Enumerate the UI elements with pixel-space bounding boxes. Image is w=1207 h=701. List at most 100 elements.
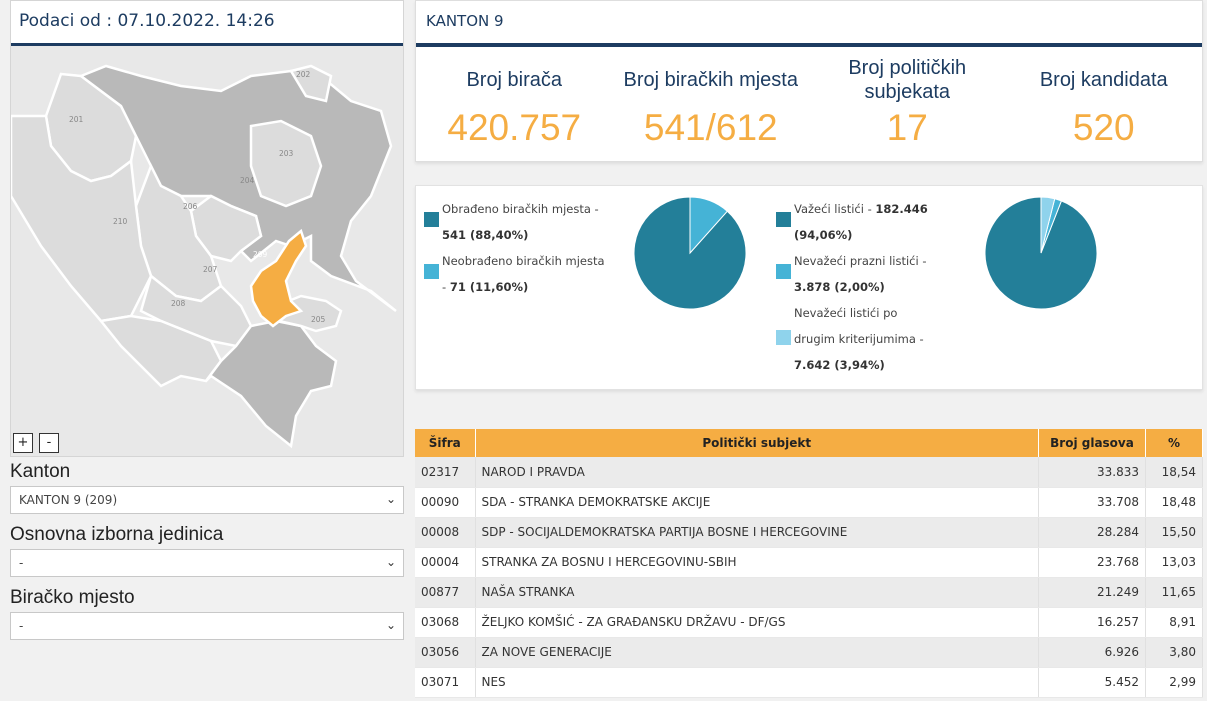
cell-votes: 23.768: [1038, 547, 1146, 578]
cell-votes: 6.926: [1038, 637, 1146, 668]
map-label-207: 207: [203, 265, 218, 274]
oij-label: Osnovna izborna jedinica: [10, 524, 224, 545]
ballot-pie-chart: [984, 196, 1098, 310]
legend-item-invalid-empty: Nevažeći prazni listići - 3.878 (2,00%): [776, 248, 941, 300]
cell-code: 00004: [415, 547, 476, 578]
table-row[interactable]: 00877 NAŠA STRANKA 21.249 11,65: [415, 577, 1203, 608]
cell-percent: 11,65: [1145, 577, 1203, 608]
cell-subject: NES: [475, 667, 1039, 698]
cell-percent: 18,48: [1145, 487, 1203, 518]
cell-subject: ŽELJKO KOMŠIĆ - ZA GRAĐANSKU DRŽAVU - DF…: [475, 607, 1039, 638]
cell-code: 00877: [415, 577, 476, 608]
legend-swatch: [776, 212, 791, 227]
table-row[interactable]: 03056 ZA NOVE GENERACIJE 6.926 3,80: [415, 637, 1203, 668]
cell-votes: 5.452: [1038, 667, 1146, 698]
chevron-down-icon: ⌄: [385, 492, 396, 506]
stat-voters: Broj birača 420.757: [416, 47, 613, 159]
cell-votes: 33.833: [1038, 457, 1146, 488]
cell-subject: SDA - STRANKA DEMOKRATSKE AKCIJE: [475, 487, 1039, 518]
table-body: 02317 NAROD I PRAVDA 33.833 18,54 00090 SDA -…: [415, 457, 1203, 698]
map-label-201: 201: [69, 115, 84, 124]
cell-votes: 16.257: [1038, 607, 1146, 638]
legend-swatch: [424, 212, 439, 227]
zoom-out-button[interactable]: -: [39, 433, 59, 453]
filter-form: Kanton KANTON 9 (209) ⌄ Osnovna izborna …: [10, 461, 404, 640]
cell-subject: STRANKA ZA BOSNU I HERCEGOVINU-SBIH: [475, 547, 1039, 578]
stat-candidates: Broj kandidata 520: [1006, 47, 1203, 159]
polling-station-legend: Obrađeno biračkih mjesta - 541 (88,40%) …: [424, 196, 609, 300]
legend-item-invalid-other: Nevažeći listići po drugim kriterijumima…: [776, 300, 941, 378]
cell-percent: 8,91: [1145, 607, 1203, 638]
legend-swatch: [776, 330, 791, 345]
cell-code: 02317: [415, 457, 476, 488]
table-row[interactable]: 03071 NES 5.452 2,99: [415, 667, 1203, 698]
legend-value: 71 (11,60%): [449, 280, 529, 294]
legend-text: Važeći listići -: [794, 202, 876, 216]
table-header-row: Šifra Politički subjekt Broj glasova %: [415, 429, 1203, 457]
cell-code: 03068: [415, 607, 476, 638]
legend-text: Nevažeći listići po drugim kriterijumima…: [794, 306, 924, 346]
stat-label: Broj političkih subjekata: [848, 57, 967, 103]
legend-text: Obrađeno biračkih mjesta -: [442, 202, 599, 216]
cell-percent: 15,50: [1145, 517, 1203, 548]
column-header-code[interactable]: Šifra: [415, 429, 476, 457]
stat-value: 541/612: [643, 107, 778, 148]
bm-select[interactable]: - ⌄: [10, 612, 404, 640]
kanton-title: KANTON 9: [416, 1, 1202, 47]
map-label-202: 202: [296, 70, 311, 79]
legend-swatch: [776, 264, 791, 279]
map-panel: Podaci od : 07.10.2022. 14:26 201 202 20…: [10, 0, 404, 457]
legend-value: 3.878 (2,00%): [794, 280, 885, 294]
ballot-legend: Važeći listići - 182.446 (94,06%) Nevaže…: [776, 196, 941, 378]
cell-code: 00008: [415, 517, 476, 548]
stat-label: Broj birača: [466, 69, 563, 91]
cell-subject: SDP - SOCIJALDEMOKRATSKA PARTIJA BOSNE I…: [475, 517, 1039, 548]
legend-item-unprocessed: Neobrađeno biračkih mjesta - 71 (11,60%): [424, 248, 609, 300]
bm-label: Biračko mjesto: [10, 587, 135, 608]
stat-political-subjects: Broj političkih subjekata 17: [809, 47, 1006, 159]
column-header-votes[interactable]: Broj glasova: [1038, 429, 1146, 457]
table-row[interactable]: 00004 STRANKA ZA BOSNU I HERCEGOVINU-SBIH…: [415, 547, 1203, 578]
stat-value: 520: [1072, 107, 1135, 148]
map-label-206: 206: [183, 202, 198, 211]
kanton-label: Kanton: [10, 461, 71, 482]
chevron-down-icon: ⌄: [385, 555, 396, 569]
stats-row: Broj birača 420.757 Broj biračkih mjesta…: [416, 47, 1202, 159]
cell-percent: 3,80: [1145, 637, 1203, 668]
stat-label: Broj kandidata: [1039, 69, 1168, 91]
map-area: 201 202 203 204 205 206 207 208 209 210: [11, 46, 403, 456]
column-header-subject[interactable]: Politički subjekt: [475, 429, 1039, 457]
cell-subject: ZA NOVE GENERACIJE: [475, 637, 1039, 668]
legend-item-processed: Obrađeno biračkih mjesta - 541 (88,40%): [424, 196, 609, 248]
cell-code: 03071: [415, 667, 476, 698]
kanton-select-value: KANTON 9 (209): [19, 493, 118, 507]
cell-percent: 2,99: [1145, 667, 1203, 698]
table-row[interactable]: 03068 ŽELJKO KOMŠIĆ - ZA GRAĐANSKU DRŽAVU…: [415, 607, 1203, 638]
stat-label: Broj biračkih mjesta: [623, 69, 798, 91]
table-row[interactable]: 00090 SDA - STRANKA DEMOKRATSKE AKCIJE 33.…: [415, 487, 1203, 518]
legend-item-valid: Važeći listići - 182.446 (94,06%): [776, 196, 941, 248]
kanton-select[interactable]: KANTON 9 (209) ⌄: [10, 486, 404, 514]
legend-swatch: [424, 264, 439, 279]
stat-value: 17: [886, 107, 928, 148]
cell-votes: 33.708: [1038, 487, 1146, 518]
zoom-in-button[interactable]: +: [13, 433, 33, 453]
cell-votes: 21.249: [1038, 577, 1146, 608]
oij-select-value: -: [19, 556, 24, 570]
results-table: Šifra Politički subjekt Broj glasova % 0…: [415, 429, 1203, 698]
oij-select[interactable]: - ⌄: [10, 549, 404, 577]
pie-panel: Obrađeno biračkih mjesta - 541 (88,40%) …: [415, 185, 1203, 390]
stat-value: 420.757: [447, 107, 582, 148]
kanton-map[interactable]: 201 202 203 204 205 206 207 208 209 210: [11, 46, 403, 456]
column-header-percent[interactable]: %: [1145, 429, 1203, 457]
right-column: KANTON 9 Broj birača 420.757 Broj biračk…: [415, 0, 1203, 698]
data-date-label: Podaci od : 07.10.2022. 14:26: [11, 1, 403, 46]
polling-station-pie-chart: [633, 196, 747, 310]
chevron-down-icon: ⌄: [385, 618, 396, 632]
cell-subject: NAŠA STRANKA: [475, 577, 1039, 608]
cell-votes: 28.284: [1038, 517, 1146, 548]
table-row[interactable]: 00008 SDP - SOCIJALDEMOKRATSKA PARTIJA BO…: [415, 517, 1203, 548]
left-column: Podaci od : 07.10.2022. 14:26 201 202 20…: [10, 0, 404, 650]
table-row[interactable]: 02317 NAROD I PRAVDA 33.833 18,54: [415, 457, 1203, 488]
cell-percent: 18,54: [1145, 457, 1203, 488]
